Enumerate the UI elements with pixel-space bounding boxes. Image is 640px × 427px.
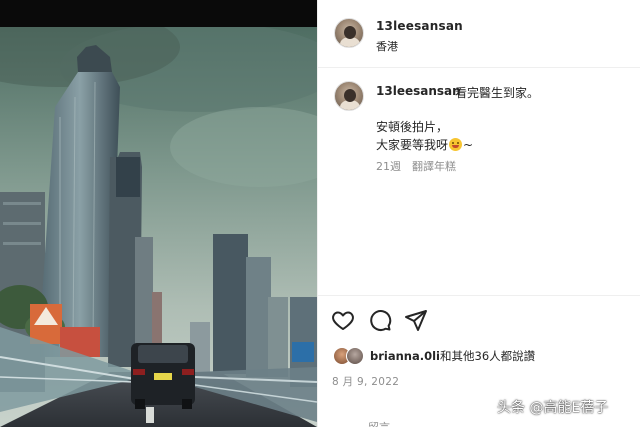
- city-street-photo: [0, 27, 317, 427]
- likes-summary[interactable]: brianna.0li和其他36人都說讚: [370, 348, 535, 364]
- caption-line-2: 安頓後拍片，: [376, 120, 449, 134]
- caption-avatar[interactable]: [334, 81, 364, 111]
- post-photo[interactable]: [0, 27, 317, 427]
- comment-input[interactable]: 留言……: [368, 419, 412, 427]
- caption-text: 看完醫生到家。: [455, 86, 540, 100]
- caption-age: 21週: [376, 160, 401, 173]
- post-location[interactable]: 香港: [376, 38, 398, 54]
- author-username[interactable]: 13leesansan: [376, 19, 463, 33]
- caption-line-3: 大家要等我呀 ~: [376, 136, 473, 153]
- post-date: 8 月 9, 2022: [332, 376, 400, 388]
- actions-divider: [318, 295, 640, 296]
- caption-line-3-text: 大家要等我呀: [376, 138, 449, 152]
- smiling-face-emoji-icon: [449, 138, 463, 151]
- send-icon[interactable]: [404, 308, 428, 332]
- header-divider: [318, 67, 640, 68]
- caption-username[interactable]: 13leesansan: [376, 84, 461, 98]
- likes-rest-text: 和其他36人都說讚: [440, 349, 536, 363]
- comment-icon[interactable]: [368, 308, 392, 332]
- liker-avatars[interactable]: [333, 347, 367, 365]
- translate-link[interactable]: 翻譯年糕: [412, 158, 456, 174]
- author-avatar[interactable]: [334, 18, 364, 48]
- toutiao-watermark: 头条 @高能E蓓子: [497, 400, 609, 416]
- heart-icon[interactable]: [331, 308, 355, 332]
- caption-line-3-tilde: ~: [463, 138, 474, 152]
- first-liker-username[interactable]: brianna.0li: [370, 349, 440, 363]
- liker-avatar: [346, 347, 364, 365]
- photo-top-bar: [0, 0, 317, 27]
